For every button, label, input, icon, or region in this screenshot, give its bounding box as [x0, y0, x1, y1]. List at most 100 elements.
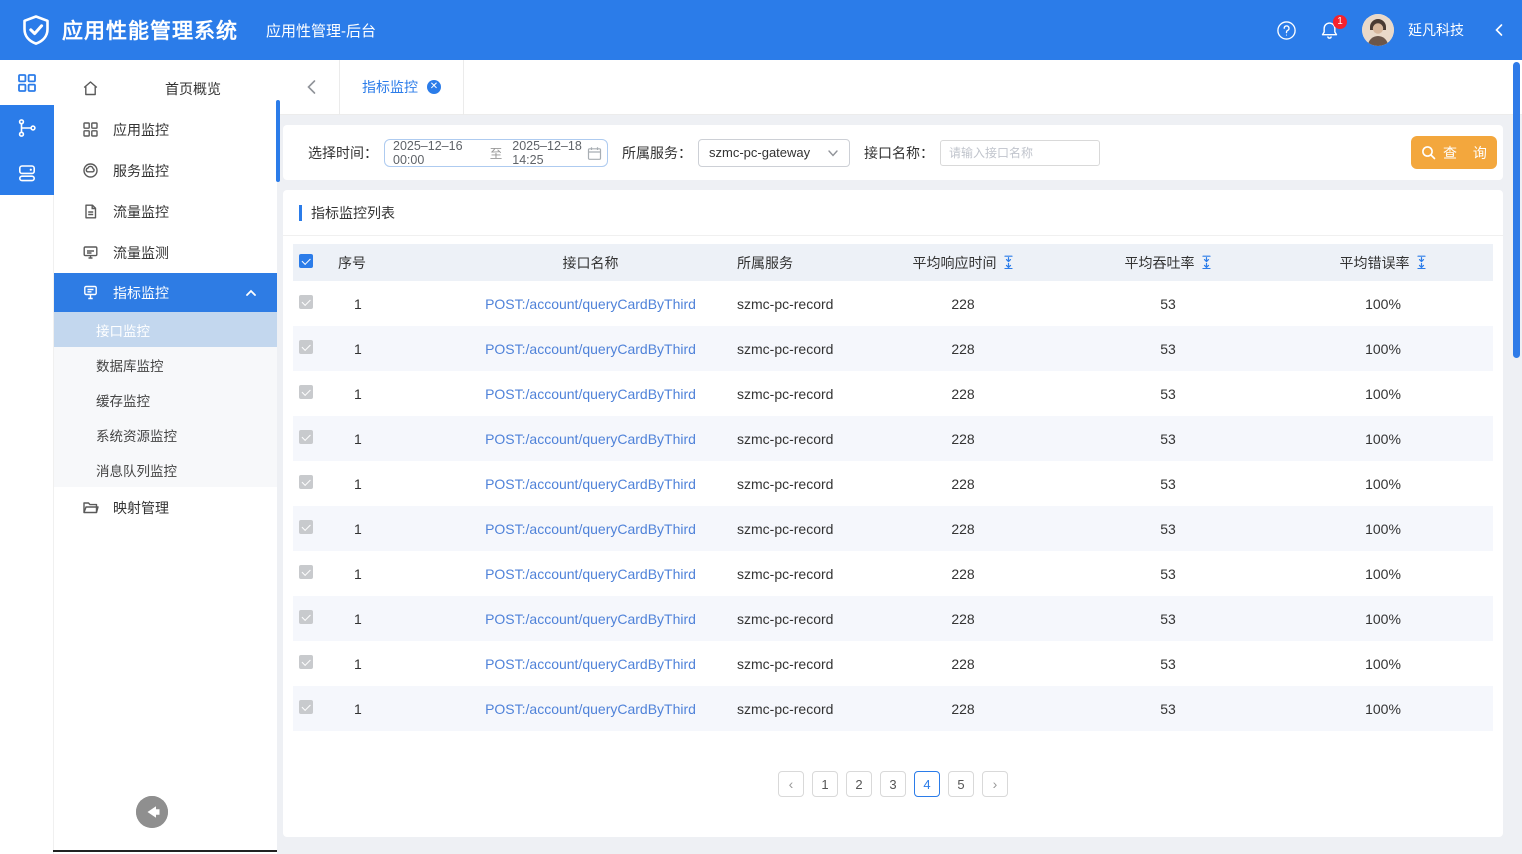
cell-service: szmc-pc-record — [733, 341, 863, 357]
service-select[interactable]: szmc-pc-gateway — [698, 139, 850, 167]
select-all-checkbox[interactable] — [299, 254, 313, 268]
row-checkbox[interactable] — [299, 475, 313, 489]
sidebar-scrollbar[interactable] — [276, 100, 280, 182]
table-row: 1 POST:/account/queryCardByThird szmc-pc… — [293, 686, 1493, 731]
interface-link[interactable]: POST:/account/queryCardByThird — [485, 386, 696, 402]
row-checkbox[interactable] — [299, 610, 313, 624]
submenu-item-database-monitor[interactable]: 数据库监控 — [54, 347, 277, 382]
chevron-down-icon — [827, 147, 839, 159]
row-checkbox[interactable] — [299, 295, 313, 309]
cell-service: szmc-pc-record — [733, 431, 863, 447]
cell-seq: 1 — [338, 296, 448, 312]
sidebar-item-label: 流量监测 — [113, 243, 169, 263]
cell-avg-error: 100% — [1273, 341, 1493, 357]
filter-bar: 选择时间： 2025–12–16 00:00 至 2025–12–18 14:2… — [283, 125, 1503, 180]
sidebar-item-metric-monitor[interactable]: 指标监控 — [54, 273, 277, 312]
cell-avg-throughput: 53 — [1063, 656, 1273, 672]
submenu-item-system-resource-monitor[interactable]: 系统资源监控 — [54, 417, 277, 452]
sidebar-item-label: 应用监控 — [113, 120, 169, 140]
rail-item-dashboard[interactable] — [0, 60, 54, 105]
table-title: 指标监控列表 — [311, 203, 395, 223]
table-row: 1 POST:/account/queryCardByThird szmc-pc… — [293, 506, 1493, 551]
cell-seq: 1 — [338, 566, 448, 582]
cell-seq: 1 — [338, 431, 448, 447]
notification-bell-icon[interactable]: 1 — [1319, 20, 1340, 41]
sort-icon[interactable] — [1003, 255, 1014, 271]
cell-avg-error: 100% — [1273, 386, 1493, 402]
user-name[interactable]: 延凡科技 — [1408, 20, 1464, 40]
row-checkbox[interactable] — [299, 340, 313, 354]
interface-link[interactable]: POST:/account/queryCardByThird — [485, 521, 696, 537]
rail-item-layout[interactable] — [0, 150, 54, 195]
avatar[interactable] — [1362, 14, 1394, 46]
sidebar: 首页概览 应用监控 服务监控 流量 — [54, 60, 277, 854]
row-checkbox[interactable] — [299, 520, 313, 534]
cell-avg-response: 228 — [863, 611, 1063, 627]
column-header-seq: 序号 — [338, 253, 448, 273]
interface-link[interactable]: POST:/account/queryCardByThird — [485, 611, 696, 627]
column-header-avg-error: 平均错误率 — [1340, 253, 1410, 273]
row-checkbox[interactable] — [299, 655, 313, 669]
cell-avg-response: 228 — [863, 521, 1063, 537]
date-range-picker[interactable]: 2025–12–16 00:00 至 2025–12–18 14:25 — [384, 139, 608, 167]
tab-metric-monitor[interactable]: 指标监控 ✕ — [340, 60, 463, 115]
pagination-page-button[interactable]: 2 — [846, 771, 872, 797]
cell-avg-response: 228 — [863, 566, 1063, 582]
pagination-page-button[interactable]: 5 — [948, 771, 974, 797]
rail-item-topology[interactable] — [0, 105, 54, 150]
cell-avg-throughput: 53 — [1063, 701, 1273, 717]
sidebar-collapse-button[interactable] — [136, 796, 168, 828]
sidebar-item-traffic-monitor[interactable]: 流量监控 — [54, 191, 277, 232]
topology-icon — [17, 118, 37, 138]
cell-seq: 1 — [338, 521, 448, 537]
sidebar-item-label: 指标监控 — [113, 283, 169, 303]
interface-link[interactable]: POST:/account/queryCardByThird — [485, 296, 696, 312]
cell-seq: 1 — [338, 341, 448, 357]
sidebar-item-service-monitor[interactable]: 服务监控 — [54, 150, 277, 191]
submenu-item-interface-monitor[interactable]: 接口监控 — [54, 312, 277, 347]
pagination-page-button[interactable]: 1 — [812, 771, 838, 797]
submenu-item-message-queue-monitor[interactable]: 消息队列监控 — [54, 452, 277, 487]
cell-service: szmc-pc-record — [733, 656, 863, 672]
sidebar-item-label: 首页概览 — [165, 79, 221, 99]
pagination-page-button[interactable]: 4 — [914, 771, 940, 797]
interface-link[interactable]: POST:/account/queryCardByThird — [485, 431, 696, 447]
sidebar-item-mapping-management[interactable]: 映射管理 — [54, 487, 277, 528]
help-icon[interactable] — [1276, 20, 1297, 41]
query-button[interactable]: 查 询 — [1411, 136, 1497, 169]
sidebar-item-home[interactable]: 首页概览 — [54, 68, 277, 109]
row-checkbox[interactable] — [299, 430, 313, 444]
interface-link[interactable]: POST:/account/queryCardByThird — [485, 341, 696, 357]
interface-link[interactable]: POST:/account/queryCardByThird — [485, 656, 696, 672]
row-checkbox[interactable] — [299, 565, 313, 579]
gauge-icon — [82, 284, 99, 301]
cell-service: szmc-pc-record — [733, 386, 863, 402]
query-button-label: 查 询 — [1443, 143, 1493, 163]
row-checkbox[interactable] — [299, 700, 313, 714]
sort-icon[interactable] — [1201, 255, 1212, 271]
page-scrollbar[interactable] — [1513, 62, 1520, 358]
date-separator: 至 — [490, 143, 503, 162]
interface-name-input[interactable] — [940, 140, 1100, 166]
row-checkbox[interactable] — [299, 385, 313, 399]
pagination-prev-button[interactable]: ‹ — [778, 771, 804, 797]
cell-avg-throughput: 53 — [1063, 566, 1273, 582]
cell-seq: 1 — [338, 701, 448, 717]
tabbar: 指标监控 ✕ — [277, 60, 1522, 115]
tab-label: 指标监控 — [362, 77, 418, 97]
header-collapse-chevron-icon[interactable] — [1492, 23, 1506, 37]
pagination-page-button[interactable]: 3 — [880, 771, 906, 797]
pagination-next-button[interactable]: › — [982, 771, 1008, 797]
sidebar-item-app-monitor[interactable]: 应用监控 — [54, 109, 277, 150]
sidebar-item-label: 服务监控 — [113, 161, 169, 181]
sort-icon[interactable] — [1416, 255, 1427, 271]
interface-link[interactable]: POST:/account/queryCardByThird — [485, 701, 696, 717]
submenu-item-cache-monitor[interactable]: 缓存监控 — [54, 382, 277, 417]
sidebar-item-traffic-detect[interactable]: 流量监测 — [54, 232, 277, 273]
interface-link[interactable]: POST:/account/queryCardByThird — [485, 566, 696, 582]
interface-link[interactable]: POST:/account/queryCardByThird — [485, 476, 696, 492]
tab-close-icon[interactable]: ✕ — [427, 80, 441, 94]
tab-back-chevron-icon[interactable] — [303, 78, 321, 96]
cell-seq: 1 — [338, 656, 448, 672]
metric-submenu: 接口监控 数据库监控 缓存监控 系统资源监控 消息队列监控 — [54, 312, 277, 487]
